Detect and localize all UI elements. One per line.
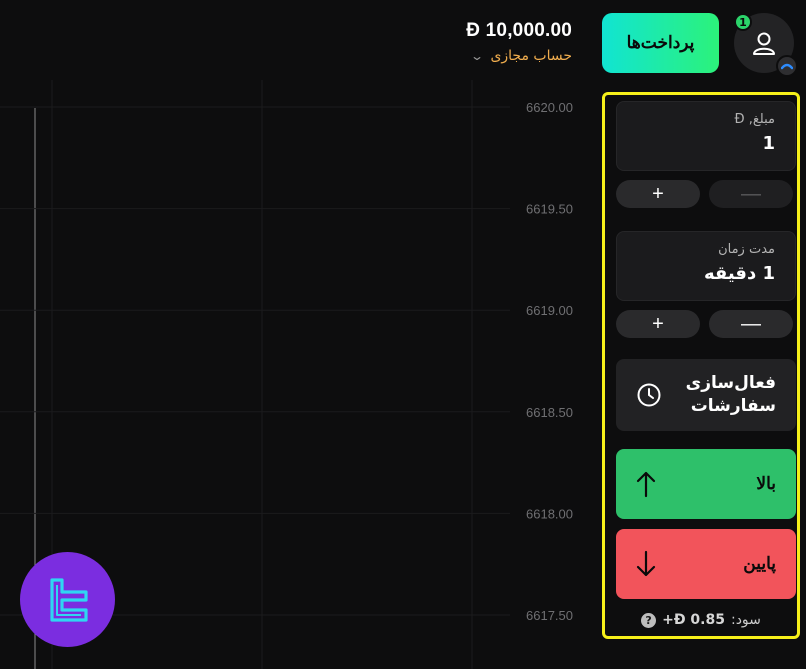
- amount-label: مبلغ, Đ: [734, 112, 775, 127]
- trade-down-label: پایین: [743, 554, 776, 573]
- activate-orders-label: فعال‌سازی سفارشات: [686, 372, 776, 418]
- activate-orders-button[interactable]: فعال‌سازی سفارشات: [616, 359, 796, 431]
- clock-icon: [637, 383, 661, 407]
- trade-panel: مبلغ, Đ 1 + — مدت زمان 1 دقیقه + — فعال‌…: [602, 92, 800, 639]
- profit-value: +Đ 0.85: [662, 612, 725, 628]
- trade-up-label: بالا: [756, 474, 776, 493]
- account-type-selector[interactable]: حساب مجازی ⌄: [466, 48, 572, 64]
- y-tick-label: 6619.00: [526, 303, 573, 318]
- arrow-up-icon: [636, 471, 656, 498]
- y-tick-label: 6619.50: [526, 202, 573, 217]
- notification-badge: 1: [734, 13, 752, 31]
- trade-up-button[interactable]: بالا: [616, 449, 796, 519]
- chevron-down-icon: ⌄: [470, 49, 485, 63]
- profit-label: سود:: [730, 612, 761, 628]
- y-tick-label: 6618.00: [526, 506, 573, 521]
- arrow-down-icon: [636, 550, 656, 577]
- activate-orders-line1: فعال‌سازی: [685, 373, 776, 393]
- duration-value[interactable]: 1 دقیقه: [627, 263, 775, 284]
- payments-button[interactable]: پرداخت‌ها: [602, 13, 719, 73]
- amount-decrease-button[interactable]: —: [709, 180, 793, 208]
- trade-down-button[interactable]: پایین: [616, 529, 796, 599]
- duration-label: مدت زمان: [718, 242, 775, 257]
- profit-display: سود: +Đ 0.85 ?: [605, 612, 797, 628]
- help-icon[interactable]: ?: [641, 612, 657, 628]
- balance-display[interactable]: Đ 10,000.00 حساب مجازی ⌄: [466, 20, 572, 64]
- amount-field[interactable]: مبلغ, Đ 1: [616, 101, 796, 171]
- amount-increase-button[interactable]: +: [616, 180, 700, 208]
- y-tick-label: 6617.50: [526, 608, 573, 623]
- y-tick-label: 6620.00: [526, 100, 573, 115]
- duration-increase-button[interactable]: +: [616, 310, 700, 338]
- y-tick-label: 6618.50: [526, 405, 573, 420]
- user-avatar[interactable]: 1: [734, 13, 798, 77]
- balance-amount: Đ 10,000.00: [466, 20, 572, 41]
- account-status-icon: [776, 55, 798, 77]
- duration-field[interactable]: مدت زمان 1 دقیقه: [616, 231, 796, 301]
- account-type-label: حساب مجازی: [490, 48, 572, 64]
- brand-logo-icon: [49, 577, 88, 622]
- amount-value[interactable]: 1: [627, 133, 775, 154]
- brand-logo: [20, 552, 115, 647]
- activate-orders-line2: سفارشات: [690, 396, 776, 416]
- user-icon: [753, 32, 775, 55]
- duration-decrease-button[interactable]: —: [709, 310, 793, 338]
